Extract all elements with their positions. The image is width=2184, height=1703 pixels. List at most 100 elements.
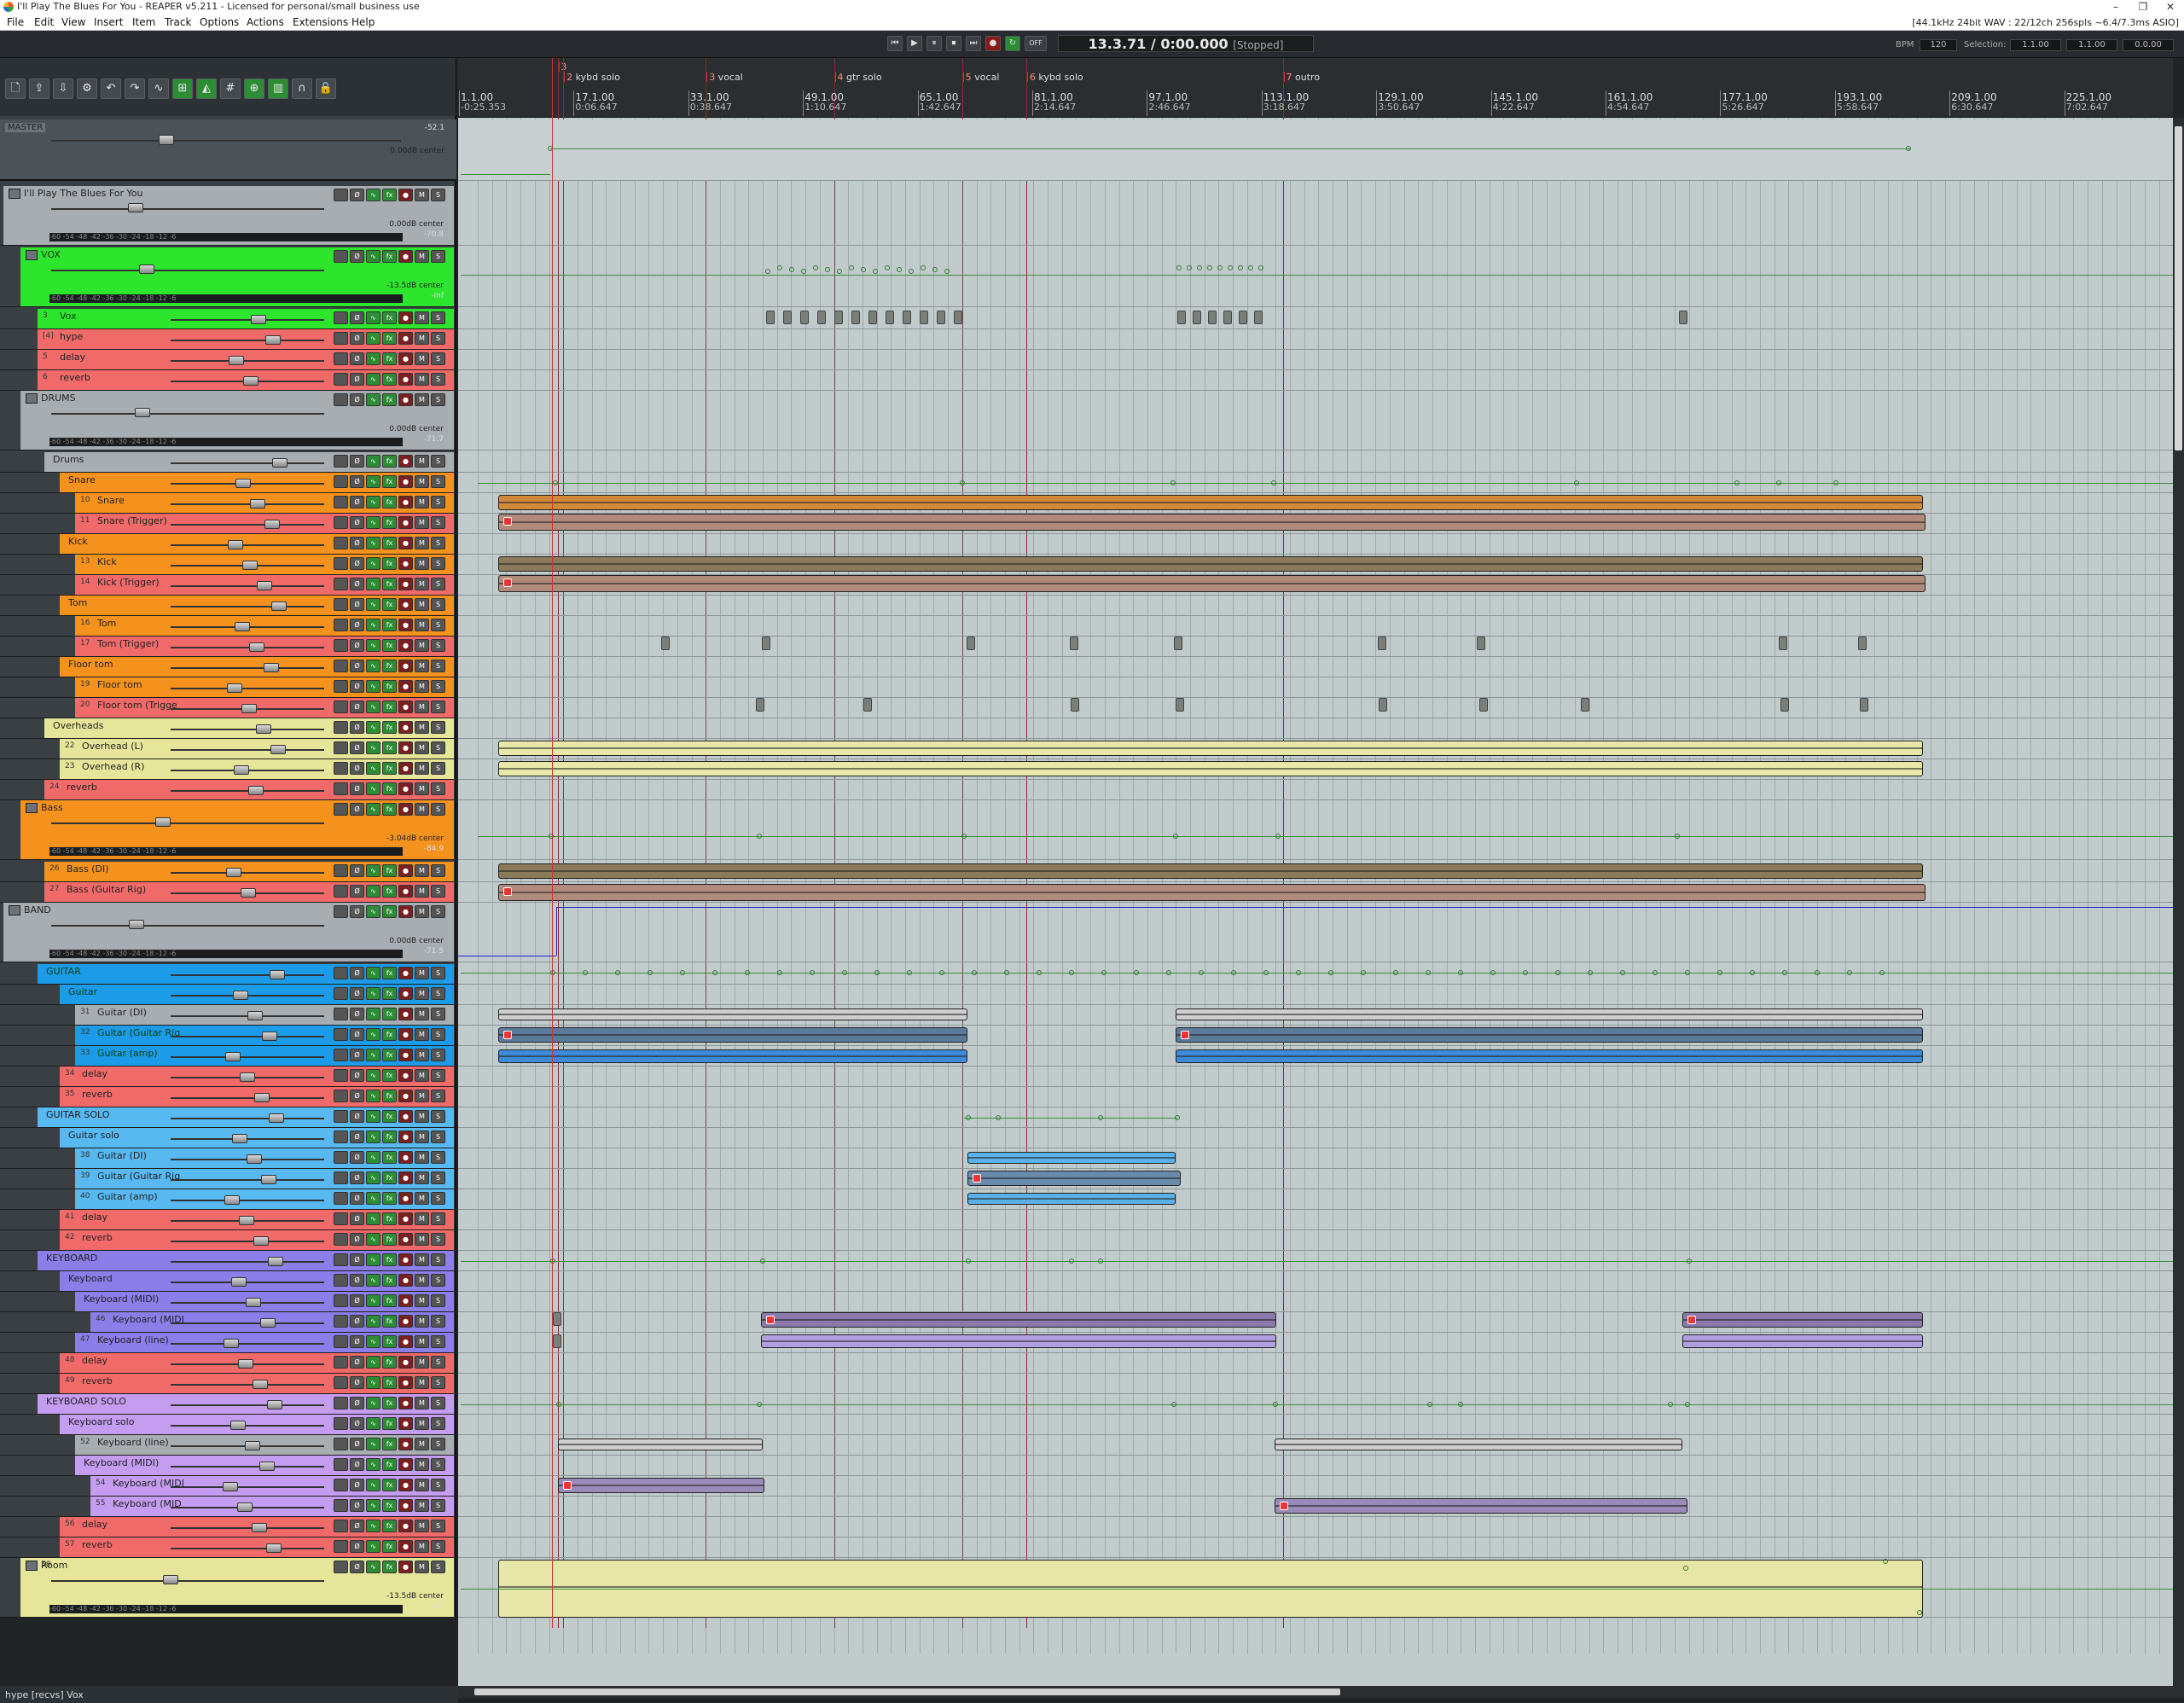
envelope-point[interactable] [939, 970, 944, 975]
envelope-point[interactable] [1523, 970, 1528, 975]
rec-arm-icon[interactable]: ● [398, 885, 413, 898]
track-name[interactable]: Guitar (amp) [97, 1191, 158, 1202]
env-icon[interactable]: ∿ [366, 721, 380, 734]
small-item[interactable] [954, 311, 962, 324]
mute-icon[interactable]: M [415, 700, 429, 713]
track-name[interactable]: reverb [82, 1232, 113, 1243]
track-lane[interactable] [458, 247, 2173, 307]
mute-icon[interactable]: M [415, 885, 429, 898]
rec-arm-icon[interactable]: ● [398, 1335, 413, 1348]
metronome-icon[interactable]: ∩ [292, 78, 312, 99]
media-item[interactable] [498, 741, 1923, 756]
solo-icon[interactable]: S [431, 516, 445, 529]
track-row[interactable]: GUITAR Ø ∿ fx ● M S [0, 964, 454, 985]
env-icon[interactable]: ∿ [366, 905, 380, 918]
envelope-point[interactable] [1815, 970, 1820, 975]
io-icon[interactable] [334, 1274, 348, 1287]
volume-knob[interactable] [266, 1543, 282, 1553]
rec-arm-icon[interactable]: ● [398, 987, 413, 1000]
track-name[interactable]: KEYBOARD [46, 1253, 97, 1264]
track-name[interactable]: Keyboard (line) [97, 1437, 169, 1448]
solo-icon[interactable]: S [431, 905, 445, 918]
env-icon[interactable]: ∿ [366, 1397, 380, 1409]
fx-icon[interactable]: fx [382, 1028, 397, 1041]
mute-icon[interactable]: M [415, 1520, 429, 1532]
fx-icon[interactable]: fx [382, 537, 397, 549]
fx-icon[interactable]: fx [382, 1438, 397, 1450]
solo-icon[interactable]: S [431, 1458, 445, 1471]
track-name[interactable]: Overhead (R) [82, 761, 144, 772]
small-item[interactable] [834, 311, 843, 324]
envelope-point[interactable] [1101, 970, 1107, 975]
fx-icon[interactable]: fx [382, 1151, 397, 1164]
envelope-point[interactable] [897, 267, 902, 272]
rec-arm-icon[interactable]: ● [398, 1192, 413, 1205]
fx-icon[interactable]: fx [382, 1520, 397, 1532]
env-icon[interactable]: ∿ [366, 516, 380, 529]
envelope-point[interactable] [765, 269, 770, 274]
small-item[interactable] [1070, 636, 1078, 650]
fx-icon[interactable]: fx [382, 905, 397, 918]
phase-icon[interactable]: Ø [350, 762, 364, 775]
volume-knob[interactable] [224, 1339, 239, 1348]
rec-arm-icon[interactable]: ● [398, 311, 413, 324]
io-icon[interactable] [334, 1253, 348, 1266]
track-name[interactable]: GUITAR [46, 966, 81, 977]
track-lane[interactable] [458, 1169, 2173, 1189]
io-icon[interactable] [334, 1192, 348, 1205]
envelope-point[interactable] [1248, 265, 1253, 270]
io-icon[interactable] [334, 1438, 348, 1450]
mute-icon[interactable]: M [415, 1561, 429, 1573]
volume-knob[interactable] [163, 1575, 178, 1584]
envelope-point[interactable] [1199, 970, 1204, 975]
env-icon[interactable]: ∿ [366, 1130, 380, 1143]
track-row[interactable]: 33 Guitar (amp) Ø ∿ fx ● M S [0, 1046, 454, 1067]
env-icon[interactable]: ∿ [366, 578, 380, 590]
envelope-point[interactable] [1458, 970, 1463, 975]
menu-help[interactable]: Help [351, 16, 375, 28]
small-item[interactable] [1858, 636, 1867, 650]
track-name[interactable]: Snare [68, 474, 96, 485]
env-icon[interactable]: ∿ [366, 1315, 380, 1328]
envelope-point[interactable] [1217, 265, 1223, 270]
mute-icon[interactable]: M [415, 1397, 429, 1409]
phase-icon[interactable]: Ø [350, 1233, 364, 1246]
env-icon[interactable]: ∿ [366, 1049, 380, 1061]
track-lane[interactable] [458, 329, 2173, 350]
track-name[interactable]: GUITAR SOLO [46, 1109, 109, 1120]
bpm-field[interactable]: 120 [1920, 39, 1957, 51]
selection-length-field[interactable]: 0.0.00 [2123, 39, 2174, 51]
solo-icon[interactable]: S [431, 1049, 445, 1061]
env-icon[interactable]: ∿ [366, 1376, 380, 1389]
io-icon[interactable] [334, 1028, 348, 1041]
io-icon[interactable] [334, 1171, 348, 1184]
track-row[interactable]: 22 Overhead (L) Ø ∿ fx ● M S [0, 739, 454, 759]
track-row[interactable]: Guitar Ø ∿ fx ● M S [0, 985, 454, 1005]
mute-icon[interactable]: M [415, 1069, 429, 1082]
rec-arm-icon[interactable]: ● [398, 1090, 413, 1102]
small-item[interactable] [1379, 698, 1387, 712]
solo-icon[interactable]: S [431, 250, 445, 263]
track-lane[interactable] [458, 350, 2173, 370]
rec-arm-icon[interactable]: ● [398, 496, 413, 509]
track-name[interactable]: Snare (Trigger) [97, 515, 167, 526]
envelope-point[interactable] [1170, 480, 1176, 485]
small-item[interactable] [1208, 311, 1217, 324]
track-name[interactable]: Bass [41, 802, 63, 813]
item-grouping-icon[interactable]: ⊕ [244, 78, 264, 99]
io-icon[interactable] [334, 885, 348, 898]
envelope-point[interactable] [1296, 970, 1301, 975]
mute-icon[interactable]: M [415, 578, 429, 590]
fx-icon[interactable]: fx [382, 1356, 397, 1369]
fx-icon[interactable]: fx [382, 762, 397, 775]
envelope-point[interactable] [1685, 1402, 1690, 1407]
envelope-point[interactable] [1668, 1402, 1673, 1407]
track-name[interactable]: Keyboard [68, 1273, 113, 1284]
track-name[interactable]: Bass (DI) [67, 863, 109, 875]
solo-icon[interactable]: S [431, 1110, 445, 1123]
rec-arm-icon[interactable]: ● [398, 475, 413, 488]
horizontal-scroll-thumb[interactable] [474, 1688, 1340, 1695]
envelope-point[interactable] [1238, 265, 1243, 270]
master-track[interactable]: MASTER -52.1 0.00dB center -60 -54 -48 -… [0, 119, 456, 181]
env-icon[interactable]: ∿ [366, 1438, 380, 1450]
